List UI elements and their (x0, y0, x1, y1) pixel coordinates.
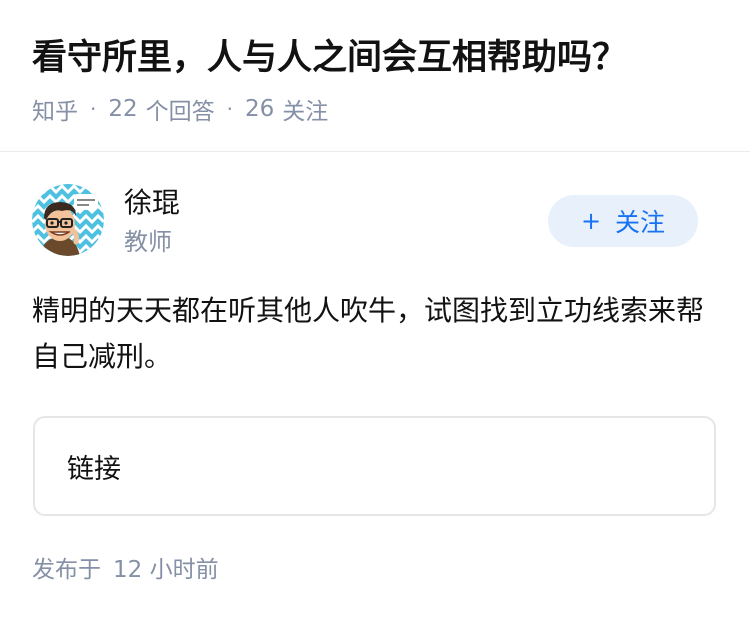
author-name[interactable]: 徐琨 (124, 184, 180, 222)
followers-label: 关注 (282, 99, 329, 125)
answers-label: 个回答 (145, 99, 215, 125)
answers-count: 22 (108, 96, 138, 122)
publish-prefix: 发布于 (32, 557, 101, 583)
meta-separator: · (226, 97, 233, 121)
follow-button[interactable]: + 关注 (548, 195, 698, 247)
section-divider (0, 151, 750, 152)
answer-content: 精明的天天都在听其他人吹牛，试图找到立功线索来帮自己减刑。 (32, 294, 705, 373)
follow-button-label: 关注 (615, 208, 666, 237)
publish-time: 12 小时前 (113, 557, 219, 583)
followers-count: 26 (245, 96, 275, 122)
link-card[interactable]: 链接 (33, 416, 716, 516)
avatar[interactable] (32, 184, 104, 256)
plus-icon: + (580, 207, 602, 235)
meta-separator: · (90, 97, 97, 121)
publish-info: 发布于 12 小时前 (32, 552, 219, 588)
link-card-label: 链接 (67, 453, 121, 485)
source-label[interactable]: 知乎 (32, 92, 78, 126)
cartoon-avatar-icon (32, 184, 104, 256)
author-title: 教师 (124, 228, 172, 256)
question-title: 看守所里，人与人之间会互相帮助吗？ (32, 38, 628, 78)
question-meta: 知乎 · 22 个回答 · 26 关注 (32, 92, 328, 126)
